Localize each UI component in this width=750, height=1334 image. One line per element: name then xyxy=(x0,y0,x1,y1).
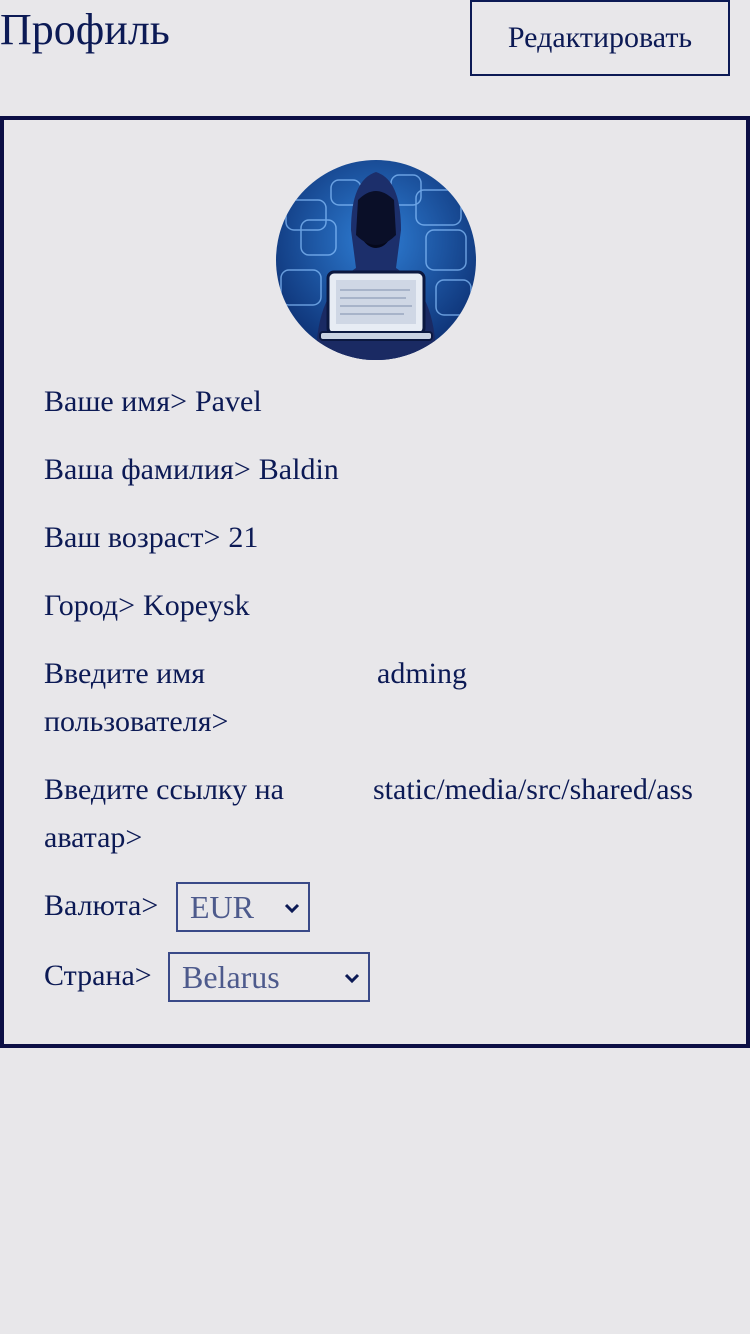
last-name-label: Ваша фамилия> xyxy=(44,453,251,486)
avatar-link-input[interactable] xyxy=(373,766,707,814)
city-value: Kopeysk xyxy=(143,589,250,622)
username-row: Введите имя пользователя> xyxy=(44,650,707,746)
page-title: Профиль xyxy=(0,5,170,54)
age-value: 21 xyxy=(228,521,259,554)
country-select-value: Belarus xyxy=(182,959,280,995)
currency-label: Валюта> xyxy=(44,889,159,922)
username-label: Введите имя пользователя> xyxy=(44,657,229,738)
chevron-down-icon xyxy=(284,903,300,914)
city-label: Город> xyxy=(44,589,136,622)
avatar-link-label: Введите ссылку на аватар> xyxy=(44,773,284,854)
country-select[interactable]: Belarus xyxy=(168,952,370,1002)
chevron-down-icon xyxy=(344,973,360,984)
first-name-label: Ваше имя> xyxy=(44,385,187,418)
first-name-value: Pavel xyxy=(195,385,262,418)
country-label: Страна> xyxy=(44,959,152,992)
age-label: Ваш возраст> xyxy=(44,521,221,554)
currency-row: Валюта> EUR xyxy=(44,882,324,934)
currency-select-value: EUR xyxy=(190,889,254,925)
username-input[interactable] xyxy=(377,650,707,698)
hacker-avatar-icon xyxy=(276,160,476,360)
profile-card: Ваше имя> Pavel Ваша фамилия> Baldin Ваш в… xyxy=(0,116,750,1048)
avatar xyxy=(276,160,476,360)
country-row: Страна> Belarus xyxy=(44,952,384,1004)
last-name-row: Ваша фамилия> Baldin xyxy=(44,446,339,494)
first-name-row: Ваше имя> Pavel xyxy=(44,378,262,426)
currency-select[interactable]: EUR xyxy=(176,882,310,932)
age-row: Ваш возраст> 21 xyxy=(44,514,258,562)
edit-button[interactable]: Редактировать xyxy=(470,0,730,76)
last-name-value: Baldin xyxy=(258,453,339,486)
avatar-link-row: Введите ссылку на аватар> xyxy=(44,766,707,862)
city-row: Город> Kopeysk xyxy=(44,582,250,630)
